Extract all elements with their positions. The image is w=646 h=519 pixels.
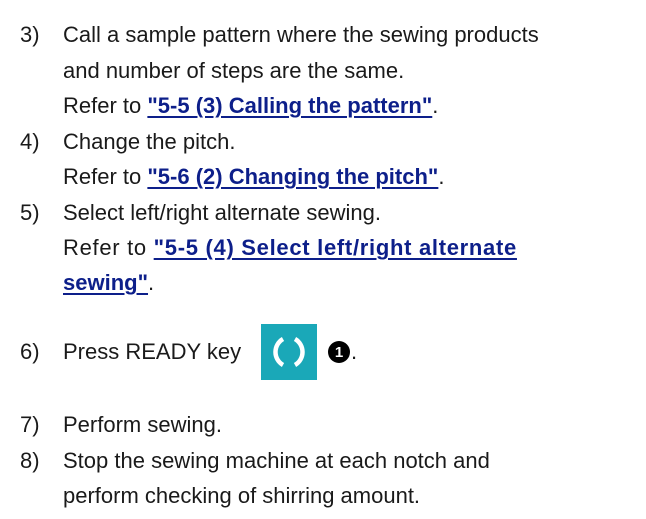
step-text: perform checking of shirring amount. — [63, 483, 421, 508]
reference-link-changing-pitch[interactable]: "5-6 (2) Changing the pitch" — [147, 164, 438, 189]
step-number: 5) — [20, 200, 40, 225]
callout-number-1: 1 — [328, 341, 350, 363]
step-number: 8) — [20, 448, 40, 473]
reference-line: Refer to "5-5 (4) Select left/right alte… — [63, 235, 517, 261]
period: . — [148, 270, 155, 295]
reference-line: Refer to "5-6 (2) Changing the pitch". — [63, 164, 444, 190]
step-number: 6) — [20, 339, 40, 364]
reference-line-continued: sewing". — [63, 270, 154, 296]
step-text: Select left/right alternate sewing. — [63, 200, 381, 225]
step-text: Perform sewing. — [63, 412, 222, 437]
step-text: Call a sample pattern where the sewing p… — [63, 22, 539, 47]
step-number: 3) — [20, 22, 40, 47]
step-text: Change the pitch. — [63, 129, 236, 154]
reference-line: Refer to "5-5 (3) Calling the pattern". — [63, 93, 438, 119]
period: . — [351, 339, 358, 364]
period: . — [432, 93, 439, 118]
reference-link-left-right-alternate-sewing-cont[interactable]: sewing" — [63, 270, 148, 295]
step-number: 7) — [20, 412, 40, 437]
step-number: 4) — [20, 129, 40, 154]
reference-link-left-right-alternate-sewing[interactable]: "5-5 (4) Select left/right alternate — [154, 235, 517, 260]
step-text: Stop the sewing machine at each notch an… — [63, 448, 490, 473]
step-text: and number of steps are the same. — [63, 58, 405, 83]
reference-link-calling-pattern[interactable]: "5-5 (3) Calling the pattern" — [147, 93, 432, 118]
ready-key-icon — [261, 324, 317, 380]
ready-key-glyph — [273, 337, 305, 367]
refer-to-label: Refer to — [63, 93, 148, 118]
period: . — [438, 164, 445, 189]
refer-to-label: Refer to — [63, 164, 148, 189]
step-text: Press READY key — [63, 339, 242, 364]
refer-to-label: Refer to — [63, 235, 154, 260]
